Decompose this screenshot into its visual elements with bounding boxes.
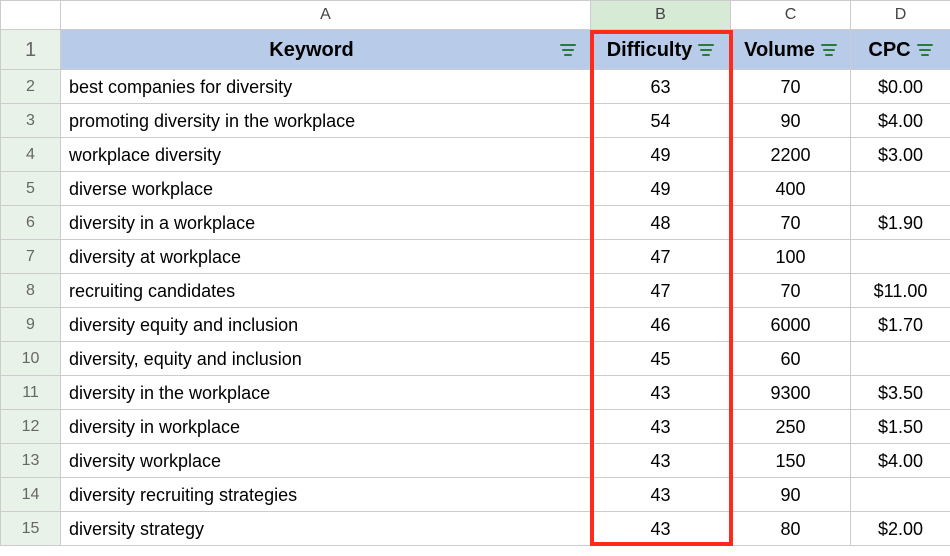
- cell-cpc[interactable]: $1.70: [851, 308, 950, 342]
- row-number-13[interactable]: 13: [1, 444, 61, 478]
- cell-volume[interactable]: 6000: [731, 308, 851, 342]
- cell-cpc[interactable]: $4.00: [851, 104, 950, 138]
- filter-icon[interactable]: [821, 43, 837, 57]
- cell-volume[interactable]: 80: [731, 512, 851, 546]
- cell-difficulty[interactable]: 45: [591, 342, 731, 376]
- cell-difficulty[interactable]: 48: [591, 206, 731, 240]
- cell-volume[interactable]: 70: [731, 274, 851, 308]
- row-number-14[interactable]: 14: [1, 478, 61, 512]
- cell-difficulty[interactable]: 47: [591, 240, 731, 274]
- row-number-5[interactable]: 5: [1, 172, 61, 206]
- cell-volume[interactable]: 400: [731, 172, 851, 206]
- header-cpc[interactable]: CPC: [851, 30, 950, 70]
- cell-volume[interactable]: 150: [731, 444, 851, 478]
- column-letter-B[interactable]: B: [591, 0, 731, 30]
- column-letter-C[interactable]: C: [731, 0, 851, 30]
- cell-cpc[interactable]: $3.50: [851, 376, 950, 410]
- cell-cpc[interactable]: $11.00: [851, 274, 950, 308]
- cell-keyword[interactable]: diversity in the workplace: [61, 376, 591, 410]
- cell-cpc[interactable]: [851, 240, 950, 274]
- row-number-6[interactable]: 6: [1, 206, 61, 240]
- cell-keyword[interactable]: diversity in workplace: [61, 410, 591, 444]
- cell-difficulty[interactable]: 43: [591, 512, 731, 546]
- cell-volume[interactable]: 250: [731, 410, 851, 444]
- cell-difficulty[interactable]: 63: [591, 70, 731, 104]
- select-all-corner[interactable]: [1, 0, 61, 30]
- cell-difficulty[interactable]: 43: [591, 410, 731, 444]
- cell-keyword[interactable]: diversity equity and inclusion: [61, 308, 591, 342]
- filter-icon[interactable]: [698, 43, 714, 57]
- row-number-8[interactable]: 8: [1, 274, 61, 308]
- cell-keyword[interactable]: promoting diversity in the workplace: [61, 104, 591, 138]
- row-number-1[interactable]: 1: [1, 30, 61, 70]
- row-number-7[interactable]: 7: [1, 240, 61, 274]
- cell-difficulty[interactable]: 47: [591, 274, 731, 308]
- cell-volume[interactable]: 70: [731, 70, 851, 104]
- filter-icon[interactable]: [917, 43, 933, 57]
- header-volume[interactable]: Volume: [731, 30, 851, 70]
- cell-difficulty[interactable]: 49: [591, 172, 731, 206]
- column-letter-D[interactable]: D: [851, 0, 950, 30]
- header-keyword[interactable]: Keyword: [61, 30, 591, 70]
- cell-difficulty[interactable]: 49: [591, 138, 731, 172]
- cell-keyword[interactable]: diversity recruiting strategies: [61, 478, 591, 512]
- cell-difficulty[interactable]: 43: [591, 444, 731, 478]
- cell-cpc[interactable]: $2.00: [851, 512, 950, 546]
- header-label: CPC: [868, 39, 910, 61]
- row-number-9[interactable]: 9: [1, 308, 61, 342]
- header-difficulty[interactable]: Difficulty: [591, 30, 731, 70]
- row-number-11[interactable]: 11: [1, 376, 61, 410]
- cell-keyword[interactable]: diversity in a workplace: [61, 206, 591, 240]
- cell-keyword[interactable]: diverse workplace: [61, 172, 591, 206]
- cell-keyword[interactable]: recruiting candidates: [61, 274, 591, 308]
- cell-cpc[interactable]: $4.00: [851, 444, 950, 478]
- row-number-3[interactable]: 3: [1, 104, 61, 138]
- cell-difficulty[interactable]: 43: [591, 376, 731, 410]
- cell-cpc[interactable]: $1.90: [851, 206, 950, 240]
- cell-difficulty[interactable]: 43: [591, 478, 731, 512]
- cell-cpc[interactable]: [851, 478, 950, 512]
- cell-cpc[interactable]: $3.00: [851, 138, 950, 172]
- row-number-4[interactable]: 4: [1, 138, 61, 172]
- cell-cpc[interactable]: [851, 342, 950, 376]
- filter-icon[interactable]: [560, 43, 576, 57]
- cell-difficulty[interactable]: 54: [591, 104, 731, 138]
- cell-volume[interactable]: 70: [731, 206, 851, 240]
- spreadsheet-grid[interactable]: ABCD 1 Keyword Difficulty Volume CPC 2best com…: [0, 0, 950, 546]
- cell-volume[interactable]: 2200: [731, 138, 851, 172]
- row-number-12[interactable]: 12: [1, 410, 61, 444]
- cell-keyword[interactable]: diversity workplace: [61, 444, 591, 478]
- cell-cpc[interactable]: [851, 172, 950, 206]
- cell-volume[interactable]: 90: [731, 104, 851, 138]
- cell-cpc[interactable]: $0.00: [851, 70, 950, 104]
- cell-volume[interactable]: 100: [731, 240, 851, 274]
- cell-keyword[interactable]: diversity strategy: [61, 512, 591, 546]
- cell-keyword[interactable]: workplace diversity: [61, 138, 591, 172]
- row-number-2[interactable]: 2: [1, 70, 61, 104]
- cell-cpc[interactable]: $1.50: [851, 410, 950, 444]
- row-number-15[interactable]: 15: [1, 512, 61, 546]
- cell-difficulty[interactable]: 46: [591, 308, 731, 342]
- header-label: Volume: [744, 39, 815, 61]
- cell-keyword[interactable]: diversity at workplace: [61, 240, 591, 274]
- cell-keyword[interactable]: best companies for diversity: [61, 70, 591, 104]
- column-letter-A[interactable]: A: [61, 0, 591, 30]
- header-label: Keyword: [69, 39, 554, 61]
- cell-keyword[interactable]: diversity, equity and inclusion: [61, 342, 591, 376]
- cell-volume[interactable]: 90: [731, 478, 851, 512]
- cell-volume[interactable]: 60: [731, 342, 851, 376]
- cell-volume[interactable]: 9300: [731, 376, 851, 410]
- row-number-10[interactable]: 10: [1, 342, 61, 376]
- header-label: Difficulty: [607, 39, 693, 61]
